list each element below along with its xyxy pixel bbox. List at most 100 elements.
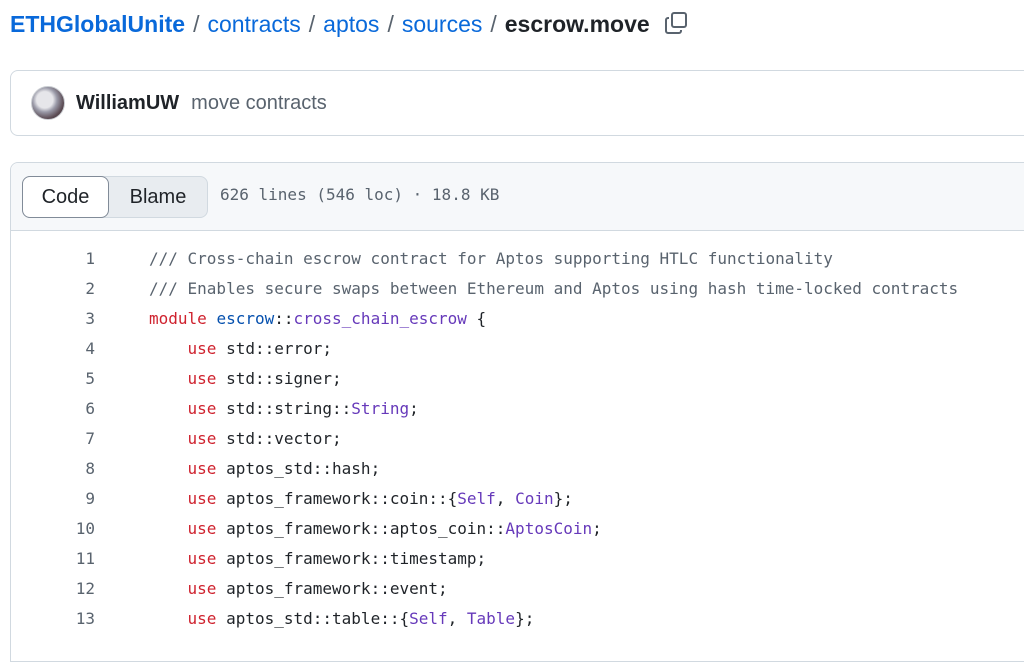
code-token: module xyxy=(149,308,217,328)
code-token: use xyxy=(187,428,217,448)
code-token: , xyxy=(447,608,467,628)
code-token: AptosCoin xyxy=(505,518,593,538)
code-text: use std::string::String; xyxy=(149,399,419,418)
breadcrumb-current-file: escrow.move xyxy=(504,10,650,37)
line-number[interactable]: 1 xyxy=(11,249,95,268)
code-token: String xyxy=(351,398,410,418)
breadcrumb-link-aptos[interactable]: aptos xyxy=(323,11,379,38)
view-toggle: Code Blame xyxy=(22,176,208,218)
code-text: use std::signer; xyxy=(149,369,342,388)
code-line: 8 use aptos_std::hash; xyxy=(11,453,1024,483)
code-token: /// Enables secure swaps between Ethereu… xyxy=(149,278,959,298)
code-text: use std::vector; xyxy=(149,429,342,448)
commit-message[interactable]: move contracts xyxy=(191,92,327,115)
code-token: }; xyxy=(553,488,573,508)
code-token: }; xyxy=(515,608,535,628)
code-token: Self xyxy=(457,488,496,508)
code-line: 9 use aptos_framework::coin::{Self, Coin… xyxy=(11,483,1024,513)
code-text: /// Cross-chain escrow contract for Apto… xyxy=(149,249,833,268)
line-number[interactable]: 3 xyxy=(11,309,95,328)
code-text: use aptos_framework::aptos_coin::AptosCo… xyxy=(149,519,602,538)
breadcrumb-repo-link[interactable]: ETHGlobalUnite xyxy=(10,11,185,38)
line-number[interactable]: 13 xyxy=(11,609,95,628)
blame-tab[interactable]: Blame xyxy=(109,177,207,217)
commit-author[interactable]: WilliamUW xyxy=(76,92,179,115)
code-token: use xyxy=(187,338,217,358)
breadcrumb-separator: / xyxy=(193,10,200,37)
code-token: std::vector; xyxy=(216,428,342,448)
code-token: cross_chain_escrow xyxy=(293,308,467,328)
file-stats: 626 lines (546 loc) · 18.8 KB xyxy=(220,185,500,204)
code-token: aptos_framework::event; xyxy=(216,578,448,598)
code-token: aptos_framework::timestamp; xyxy=(216,548,487,568)
code-line: 7 use std::vector; xyxy=(11,423,1024,453)
code-token: ; xyxy=(592,518,602,538)
code-view: 1 /// Cross-chain escrow contract for Apt… xyxy=(11,243,1024,633)
breadcrumb-separator: / xyxy=(308,10,316,37)
code-token: use xyxy=(187,518,217,538)
code-line: 6 use std::string::String; xyxy=(11,393,1024,423)
code-token: use xyxy=(187,458,217,478)
line-number[interactable]: 8 xyxy=(11,459,95,478)
code-text: use aptos_framework::coin::{Self, Coin}; xyxy=(149,489,573,508)
code-text: /// Enables secure swaps between Ethereu… xyxy=(149,279,958,298)
code-token: use xyxy=(187,398,217,418)
code-tab[interactable]: Code xyxy=(22,176,109,218)
line-number[interactable]: 11 xyxy=(11,549,95,568)
code-token: aptos_framework::aptos_coin:: xyxy=(216,518,506,538)
breadcrumb-separator: / xyxy=(490,10,497,37)
breadcrumb-separator: / xyxy=(387,10,394,37)
breadcrumb-link-sources[interactable]: sources xyxy=(402,11,483,38)
line-number[interactable]: 10 xyxy=(11,519,95,538)
code-line: 5 use std::signer; xyxy=(11,363,1024,393)
copy-icon xyxy=(665,12,687,34)
line-number[interactable]: 4 xyxy=(11,339,95,358)
code-text: use aptos_std::hash; xyxy=(149,458,381,478)
line-number[interactable]: 9 xyxy=(11,489,95,508)
avatar[interactable] xyxy=(31,86,65,120)
code-line: 10 use aptos_framework::aptos_coin::Apto… xyxy=(11,513,1024,543)
line-number[interactable]: 5 xyxy=(11,369,95,388)
code-token: std::signer; xyxy=(216,368,342,388)
line-number[interactable]: 2 xyxy=(11,279,95,298)
code-token: use xyxy=(187,368,217,388)
line-number[interactable]: 12 xyxy=(11,579,95,598)
breadcrumb: ETHGlobalUnite / contracts / aptos / sou… xyxy=(10,8,650,40)
code-token: aptos_framework::coin::{ xyxy=(216,488,458,508)
line-number[interactable]: 6 xyxy=(11,399,95,418)
copy-path-button[interactable] xyxy=(662,9,690,37)
file-viewer: Code Blame 626 lines (546 loc) · 18.8 KB… xyxy=(10,162,1024,662)
line-number[interactable]: 7 xyxy=(11,429,95,448)
code-text: use std::error; xyxy=(149,338,333,358)
code-token: aptos_std::hash; xyxy=(216,458,381,478)
code-token: escrow xyxy=(216,308,275,328)
code-token: ; xyxy=(409,398,419,418)
code-line: 1 /// Cross-chain escrow contract for Apt… xyxy=(11,243,1024,273)
code-line: 12 use aptos_framework::event; xyxy=(11,573,1024,603)
code-token: :: xyxy=(274,308,294,328)
code-token: use xyxy=(187,548,217,568)
code-line: 3 module escrow::cross_chain_escrow { xyxy=(11,303,1024,333)
file-header: Code Blame 626 lines (546 loc) · 18.8 KB xyxy=(11,163,1024,231)
breadcrumb-link-contracts[interactable]: contracts xyxy=(207,11,300,38)
code-token: Coin xyxy=(515,488,554,508)
code-token: use xyxy=(187,608,217,628)
code-token: Table xyxy=(466,608,516,628)
code-token: std::error; xyxy=(216,338,333,358)
code-token: use xyxy=(187,578,217,598)
code-line: 13 use aptos_std::table::{Self, Table}; xyxy=(11,603,1024,633)
code-text: use aptos_framework::event; xyxy=(149,579,448,598)
code-token: aptos_std::table::{ xyxy=(216,608,410,628)
latest-commit-box: WilliamUW move contracts xyxy=(10,70,1024,136)
code-line: 11 use aptos_framework::timestamp; xyxy=(11,543,1024,573)
